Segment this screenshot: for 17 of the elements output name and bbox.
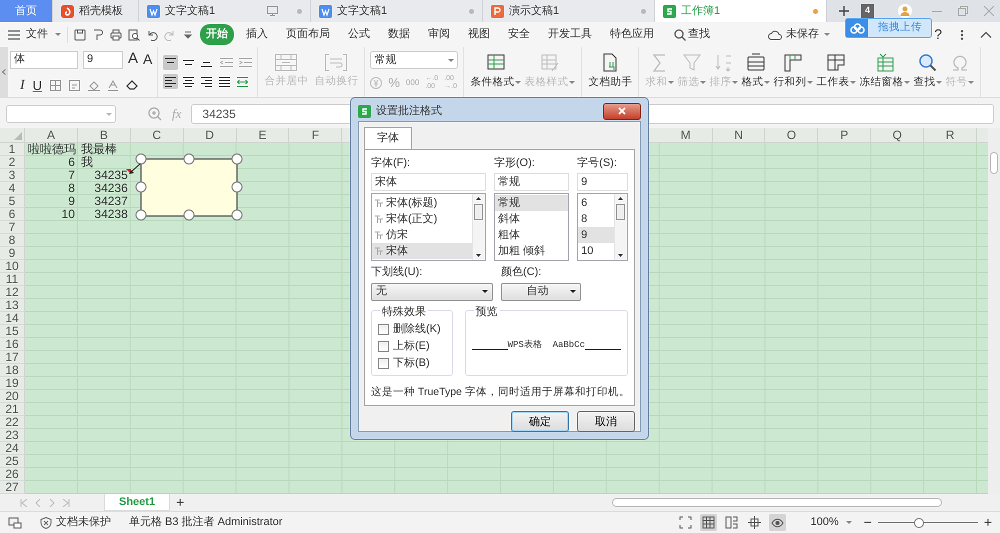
popup-label: 拖拽上传 xyxy=(877,20,923,36)
tab-label: 首页 xyxy=(15,4,37,19)
field-label: 下划线(U): xyxy=(371,265,424,280)
tab-label: 工作簿1 xyxy=(681,4,720,19)
status-text: 单元格 B3 批注者 Administrator xyxy=(129,514,282,530)
tab-label: 稻壳模板 xyxy=(79,4,123,19)
tab-label: 文字文稿1 xyxy=(165,4,216,19)
group-title: 特殊效果 xyxy=(380,304,428,320)
field-label: 字形(O): xyxy=(494,156,536,170)
dialog-title: 设置批注格式 xyxy=(376,104,442,119)
field-label: 颜色(C): xyxy=(501,264,542,280)
preview-text: WPS表格 AaBbCc xyxy=(508,339,585,352)
description-text: 这是一种 TrueType 字体，同时适用于屏幕和打印机。 xyxy=(371,384,628,400)
tab-label: 演示文稿1 xyxy=(509,4,560,19)
field-label: 字号(S): xyxy=(577,156,618,170)
tab-label: 文字文稿1 xyxy=(337,4,388,19)
field-label: 字体(F): xyxy=(371,156,412,170)
